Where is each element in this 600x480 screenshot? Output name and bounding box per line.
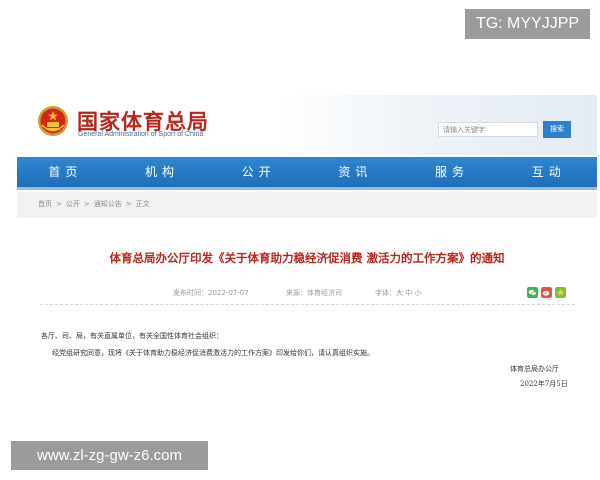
breadcrumb-home[interactable]: 首页 bbox=[38, 200, 52, 208]
nav-item-organization[interactable]: 机构 bbox=[114, 157, 211, 187]
nav-item-news[interactable]: 资讯 bbox=[307, 157, 404, 187]
breadcrumb-separator: > bbox=[56, 200, 62, 208]
publish-time: 发布时间：2022-07-07 bbox=[173, 289, 249, 297]
breadcrumb-separator: > bbox=[125, 200, 132, 208]
font-size-medium[interactable]: 中 bbox=[405, 289, 412, 297]
article-signature: 体育总局办公厅 bbox=[510, 365, 559, 373]
national-emblem-icon bbox=[38, 106, 68, 136]
article-source: 来源：体育经济司 bbox=[286, 289, 342, 297]
wechat-icon[interactable] bbox=[527, 287, 538, 298]
qzone-icon[interactable] bbox=[555, 287, 566, 298]
font-size-control: 字体：大 中 小 bbox=[375, 288, 421, 298]
font-size-small[interactable]: 小 bbox=[414, 289, 421, 297]
article-divider bbox=[40, 304, 575, 305]
breadcrumb: 首页 > 公开 > 通知公告 > 正文 bbox=[38, 199, 150, 209]
nav-item-home[interactable]: 首页 bbox=[17, 157, 114, 187]
nav-item-service[interactable]: 服务 bbox=[404, 157, 501, 187]
nav-item-public[interactable]: 公开 bbox=[210, 157, 307, 187]
article-title: 体育总局办公厅印发《关于体育助力稳经济促消费 激活力的工作方案》的通知 bbox=[109, 251, 505, 265]
site-subtitle: General Administration of Sport of China bbox=[78, 131, 204, 138]
watermark-url: www.zl-zg-gw-z6.com bbox=[11, 441, 208, 470]
search-button[interactable]: 搜索 bbox=[543, 121, 571, 138]
breadcrumb-notices[interactable]: 通知公告 bbox=[94, 200, 122, 208]
article-date: 2022年7月5日 bbox=[520, 380, 568, 388]
search-input[interactable] bbox=[438, 122, 538, 137]
font-size-label: 字体： bbox=[375, 289, 396, 297]
tg-badge: TG: MYYJJPP bbox=[465, 9, 590, 39]
nav-item-interaction[interactable]: 互动 bbox=[500, 157, 597, 187]
breadcrumb-current: 正文 bbox=[135, 200, 150, 208]
breadcrumb-public[interactable]: 公开 bbox=[66, 200, 80, 208]
breadcrumb-separator: > bbox=[83, 200, 90, 208]
font-size-large[interactable]: 大 bbox=[396, 289, 403, 297]
article-salutation: 各厅、司、局，有关直属单位，有关全国性体育社会组织： bbox=[41, 332, 223, 340]
main-nav: 首页 机构 公开 资讯 服务 互动 bbox=[17, 157, 597, 187]
weibo-icon[interactable] bbox=[541, 287, 552, 298]
article-body: 经党组研究同意，现将《关于体育助力稳经济促消费激活力的工作方案》印发给你们，请认… bbox=[52, 349, 374, 357]
nav-stripe bbox=[17, 187, 597, 190]
